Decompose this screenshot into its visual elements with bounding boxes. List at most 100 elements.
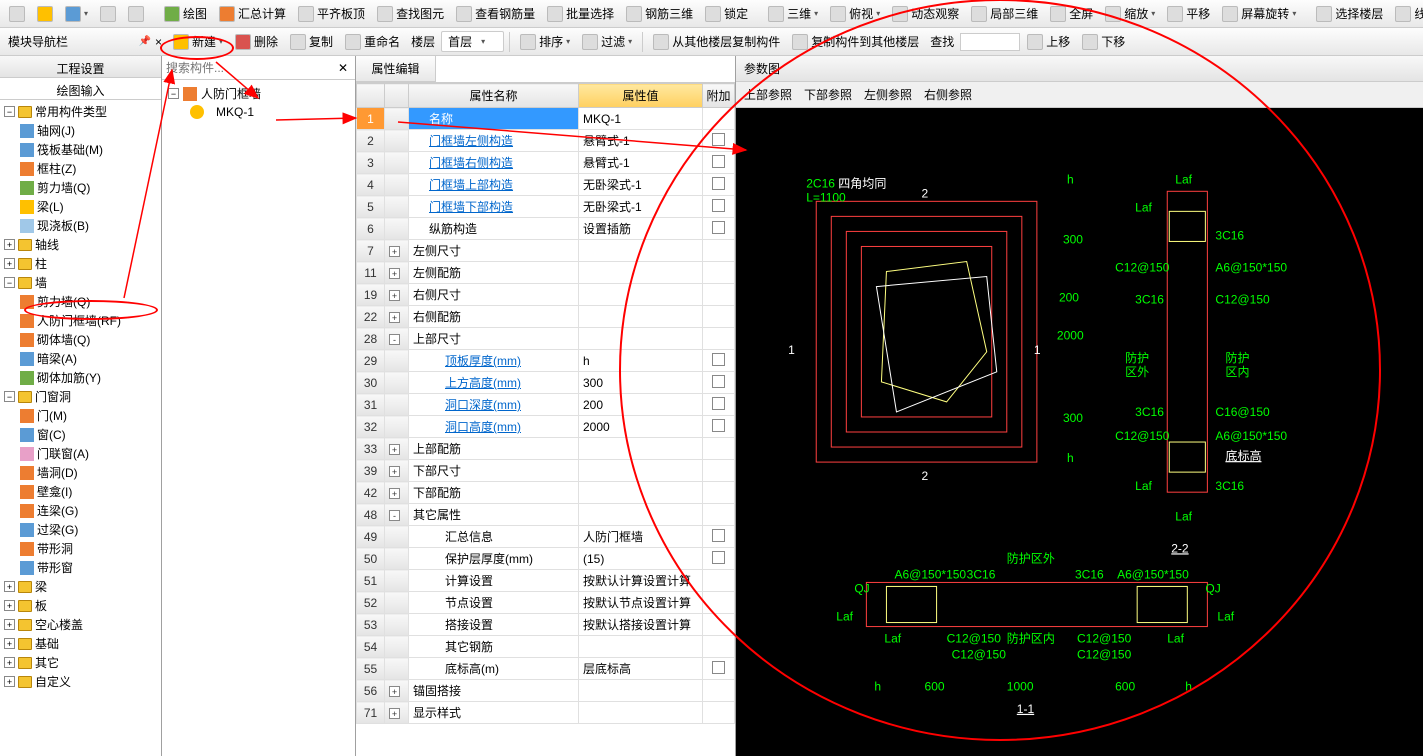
tree-wall-rf[interactable]: 人防门框墙(RF) [2,311,159,330]
checkbox[interactable] [712,375,725,388]
prop-row[interactable]: 52节点设置按默认节点设置计算 [357,592,735,614]
tree-wall-rein[interactable]: 砌体加筋(Y) [2,368,159,387]
dyn-view-button[interactable]: 动态观察 [887,2,964,25]
checkbox[interactable] [712,177,725,190]
param-tab-left[interactable]: 左侧参照 [864,86,912,103]
select-floor-button[interactable]: 选择楼层 [1311,2,1388,25]
prop-row[interactable]: 51计算设置按默认计算设置计算 [357,570,735,592]
move-up-button[interactable]: 上移 [1022,30,1075,53]
prop-row[interactable]: 32洞口高度(mm)2000 [357,416,735,438]
undo-button[interactable] [95,3,121,25]
copy-to-button[interactable]: 复制构件到其他楼层 [787,30,924,53]
prop-tab[interactable]: 属性编辑 [356,56,436,82]
tree-col-group[interactable]: +柱 [2,254,159,273]
prop-row[interactable]: 1名称MKQ-1 [357,108,735,130]
prop-row[interactable]: 28-上部尺寸 [357,328,735,350]
prop-row[interactable]: 55底标高(m)层底标高 [357,658,735,680]
tree-custom-group[interactable]: +自定义 [2,672,159,691]
tree-slab[interactable]: 现浇板(B) [2,216,159,235]
tab-draw-input[interactable]: 绘图输入 [0,78,161,100]
copy-from-button[interactable]: 从其他楼层复制构件 [648,30,785,53]
prop-row[interactable]: 48-其它属性 [357,504,735,526]
tree-wall-shear[interactable]: 剪力墙(Q) [2,292,159,311]
prop-row[interactable]: 56+锚固搭接 [357,680,735,702]
redo-button[interactable] [123,3,149,25]
tree-found-group[interactable]: +基础 [2,634,159,653]
tree-strip-hole[interactable]: 带形洞 [2,539,159,558]
fullscreen-button[interactable]: 全屏 [1045,2,1098,25]
rebar3d-button[interactable]: 钢筋三维 [621,2,698,25]
top-view-button[interactable]: 俯视▾ [825,2,885,25]
tree-wallhole[interactable]: 墙洞(D) [2,463,159,482]
tree-strip-window[interactable]: 带形窗 [2,558,159,577]
tree-hollow-group[interactable]: +空心楼盖 [2,615,159,634]
line-tool-button[interactable]: 线 [1390,2,1423,25]
component-item[interactable]: MKQ-1 [166,103,351,121]
new-file-button[interactable] [4,3,30,25]
tree-niche[interactable]: 壁龛(I) [2,482,159,501]
prop-row[interactable]: 42+下部配筋 [357,482,735,504]
checkbox[interactable] [712,353,725,366]
sort-button[interactable]: 排序▾ [515,30,575,53]
checkbox[interactable] [712,551,725,564]
prop-row[interactable]: 3门框墙右侧构造悬臂式-1 [357,152,735,174]
tree-col[interactable]: 框柱(Z) [2,159,159,178]
checkbox[interactable] [712,661,725,674]
pan-button[interactable]: 平移 [1162,2,1215,25]
save-button[interactable]: ▾ [60,3,93,25]
screen-rotate-button[interactable]: 屏幕旋转▾ [1217,2,1301,25]
prop-row[interactable]: 19+右侧尺寸 [357,284,735,306]
prop-row[interactable]: 49汇总信息人防门框墙 [357,526,735,548]
tree-wall-group[interactable]: −墙 [2,273,159,292]
checkbox[interactable] [712,529,725,542]
checkbox[interactable] [712,199,725,212]
prop-row[interactable]: 31洞口深度(mm)200 [357,394,735,416]
prop-row[interactable]: 33+上部配筋 [357,438,735,460]
checkbox[interactable] [712,221,725,234]
tree-other-group[interactable]: +其它 [2,653,159,672]
tree-beam[interactable]: 梁(L) [2,197,159,216]
tree-slab-group[interactable]: +板 [2,596,159,615]
view-rebar-button[interactable]: 查看钢筋量 [451,2,540,25]
prop-row[interactable]: 29顶板厚度(mm)h [357,350,735,372]
prop-row[interactable]: 4门框墙上部构造无卧梁式-1 [357,174,735,196]
prop-row[interactable]: 22+右侧配筋 [357,306,735,328]
prop-row[interactable]: 39+下部尺寸 [357,460,735,482]
tree-wall-dark[interactable]: 暗梁(A) [2,349,159,368]
tree-doorwindow[interactable]: 门联窗(A) [2,444,159,463]
prop-row[interactable]: 11+左侧配筋 [357,262,735,284]
prop-row[interactable]: 54其它钢筋 [357,636,735,658]
zoom-button[interactable]: 缩放▾ [1100,2,1160,25]
flatten-button[interactable]: 平齐板顶 [293,2,370,25]
pin-icon[interactable]: 📌 [139,36,151,47]
checkbox[interactable] [712,419,725,432]
prop-row[interactable]: 53搭接设置按默认搭接设置计算 [357,614,735,636]
tree-lintel[interactable]: 过梁(G) [2,520,159,539]
search-clear-button[interactable]: ✕ [331,60,355,76]
prop-row[interactable]: 50保护层厚度(mm)(15) [357,548,735,570]
component-parent[interactable]: −人防门框墙 [166,84,351,103]
prop-row[interactable]: 5门框墙下部构造无卧梁式-1 [357,196,735,218]
close-nav-icon[interactable]: × [151,35,166,49]
tab-project-settings[interactable]: 工程设置 [0,56,161,78]
prop-row[interactable]: 7+左侧尺寸 [357,240,735,262]
prop-row[interactable]: 71+显示样式 [357,702,735,724]
view3d-button[interactable]: 三维▾ [763,2,823,25]
new-button[interactable]: 新建▾ [168,30,228,53]
batch-sel-button[interactable]: 批量选择 [542,2,619,25]
tree-opening-group[interactable]: −门窗洞 [2,387,159,406]
tree-door[interactable]: 门(M) [2,406,159,425]
tree-raft[interactable]: 筏板基础(M) [2,140,159,159]
tree-root[interactable]: −常用构件类型 [2,102,159,121]
lock-button[interactable]: 锁定 [700,2,753,25]
prop-row[interactable]: 2门框墙左侧构造悬臂式-1 [357,130,735,152]
checkbox[interactable] [712,397,725,410]
param-tab-top[interactable]: 上部参照 [744,86,792,103]
find-input[interactable] [960,33,1020,51]
open-button[interactable] [32,3,58,25]
rename-button[interactable]: 重命名 [340,30,405,53]
local3d-button[interactable]: 局部三维 [966,2,1043,25]
tree-lintol[interactable]: 连梁(G) [2,501,159,520]
sum-button[interactable]: 汇总计算 [214,2,291,25]
search-input[interactable] [162,59,331,77]
